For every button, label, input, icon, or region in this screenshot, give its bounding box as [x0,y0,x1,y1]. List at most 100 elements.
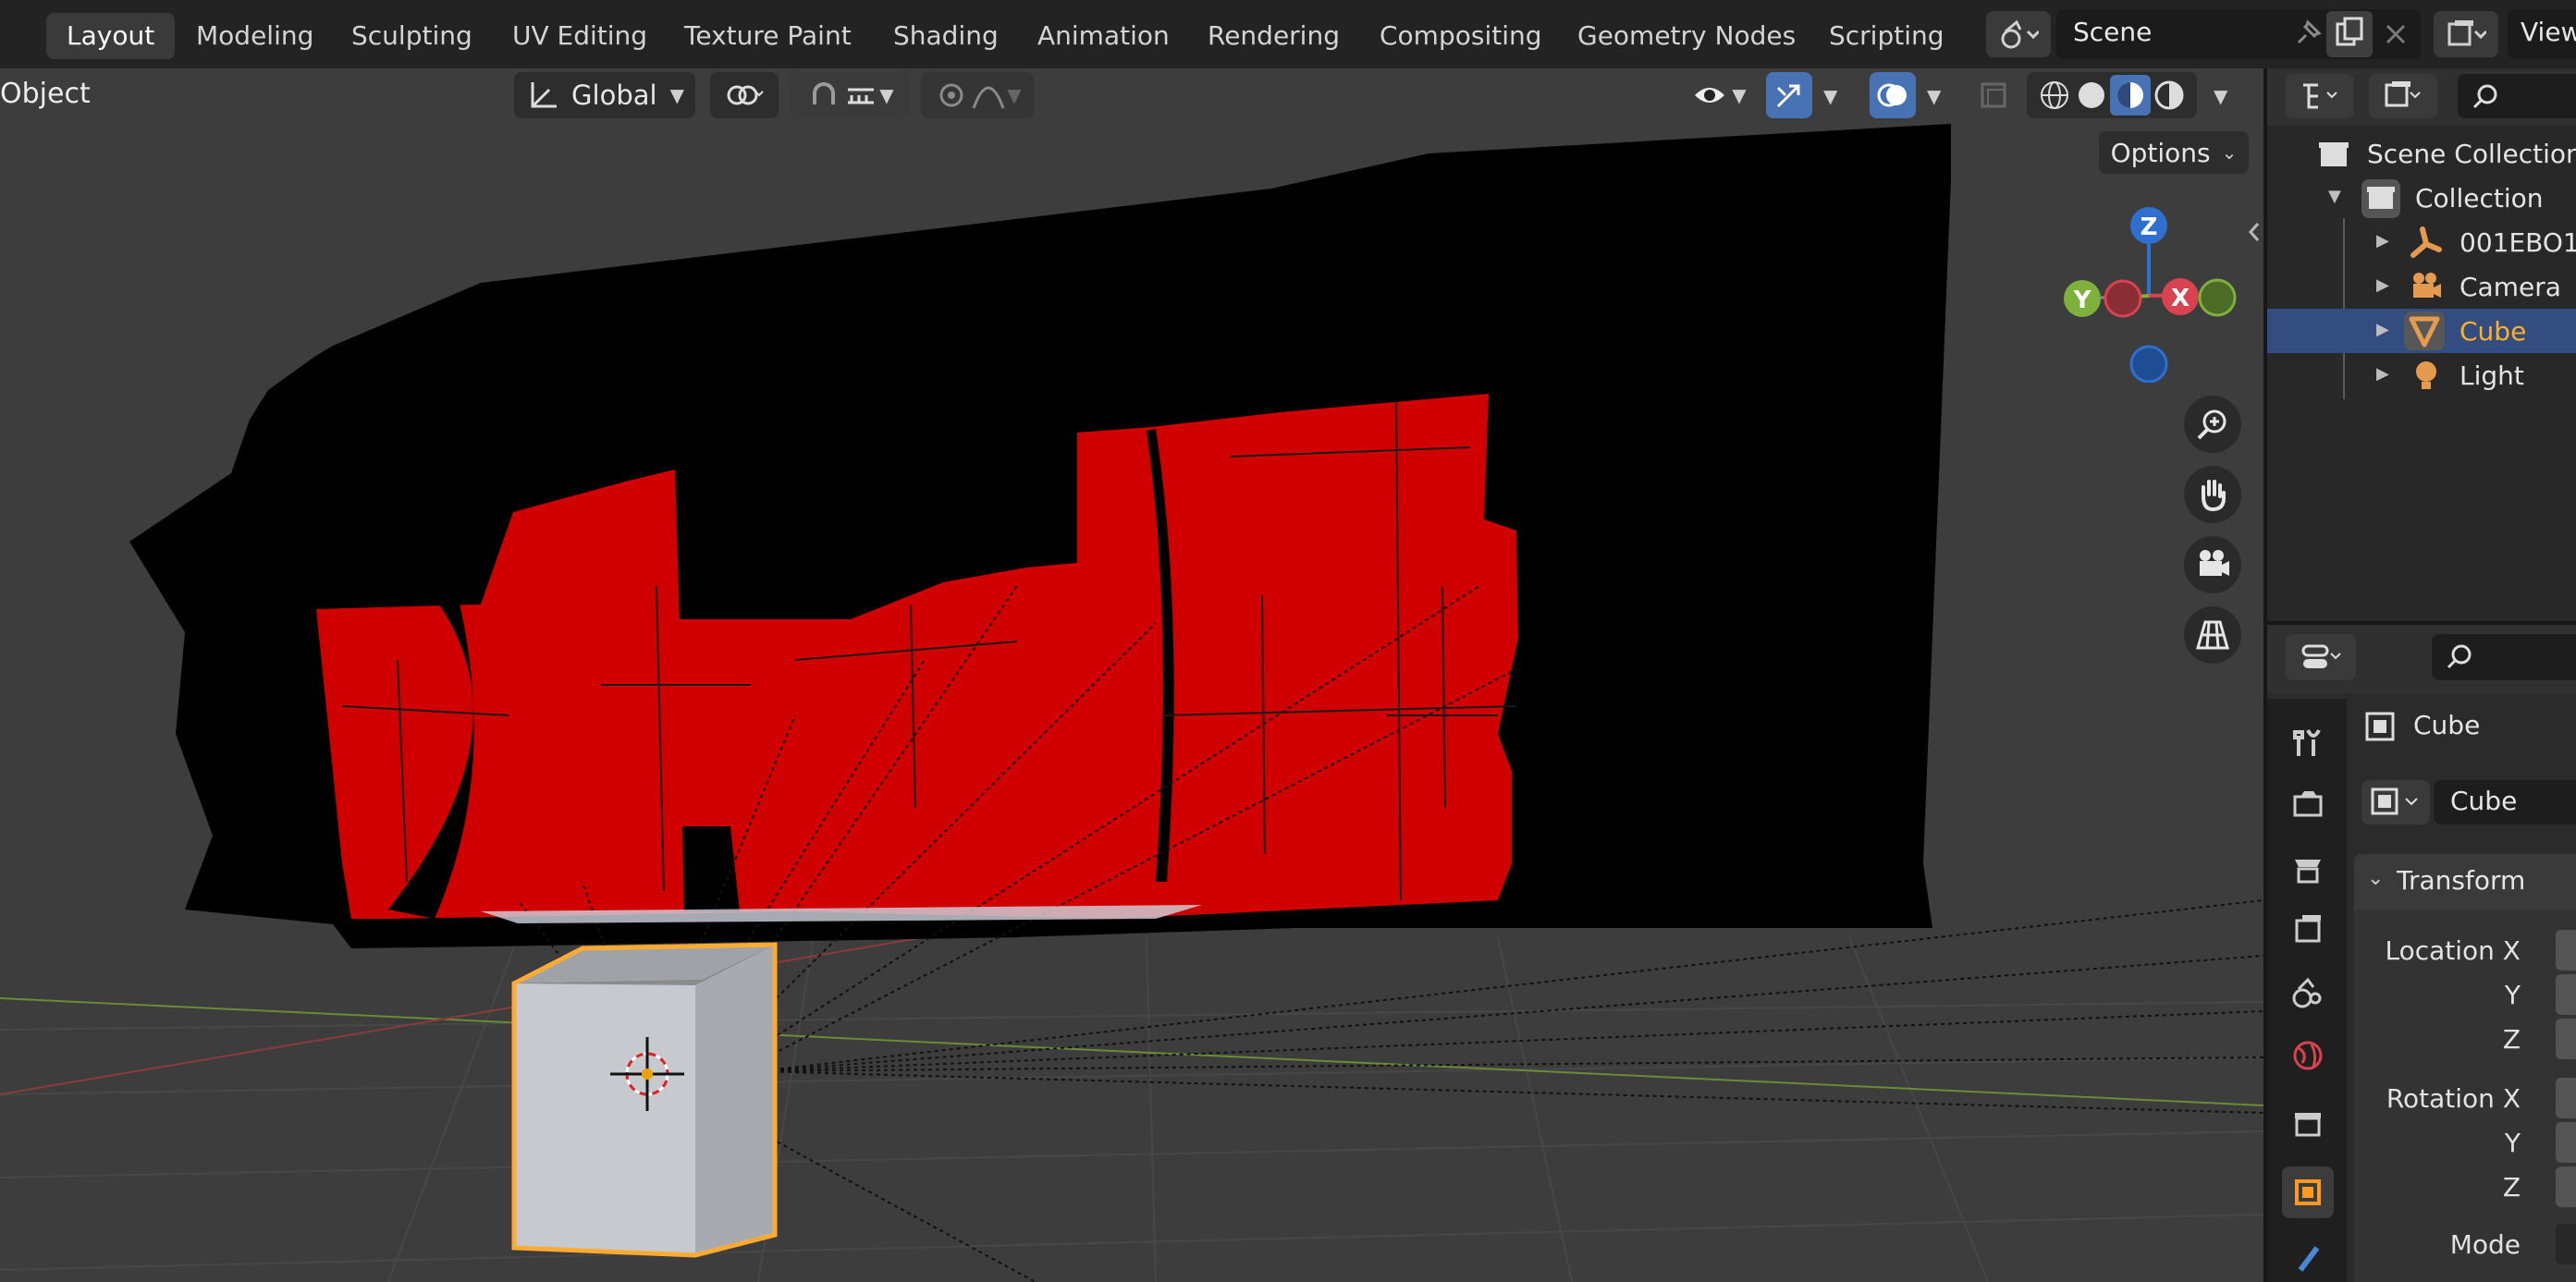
outliner-row-collection[interactable]: ▼ Collection [2267,176,2576,220]
tab-scripting[interactable]: Scripting [1809,13,1965,59]
view-layer-selector-button[interactable] [2434,11,2498,57]
pivot-point-dropdown[interactable] [710,72,779,118]
view-layer-field[interactable]: View [2508,9,2576,59]
transform-orientation-dropdown[interactable]: Global ▼ [514,72,695,118]
expand-triangle-icon[interactable]: ▶ [2376,231,2389,250]
object-browse-dropdown[interactable] [2361,780,2430,824]
3d-viewport[interactable]: Object Global ▼ ▼ ▼ ▼ ▼ ▼ ▼ Options ⌄ Z … [0,68,2263,1282]
tab-scene[interactable] [2282,967,2334,1019]
tab-modeling[interactable]: Modeling [176,13,334,59]
outliner-row-cube[interactable]: ▶ Cube [2267,309,2576,353]
rotation-mode-dropdown[interactable] [2556,1224,2576,1264]
viewport-scene [0,124,2263,1282]
collapse-triangle-icon[interactable]: ▼ [2328,187,2341,206]
location-y-field[interactable] [2556,974,2576,1015]
perspective-toggle-button[interactable] [2184,606,2241,664]
camera-icon [2200,550,2229,576]
outliner-list-icon [2303,83,2337,109]
outliner-row-scene-collection[interactable]: Scene Collection [2267,131,2576,176]
scene-selector-button[interactable] [1986,11,2051,57]
tab-world[interactable] [2282,1030,2334,1081]
new-scene-button[interactable] [2326,11,2373,57]
rotation-y-label: Y [2504,1128,2521,1158]
object-visibility-dropdown[interactable]: ▼ [1683,72,1755,118]
camera-view-button[interactable] [2184,536,2241,593]
options-label: Options [2110,137,2211,168]
cube-object[interactable] [511,942,778,1258]
sidebar-toggle-icon[interactable] [2245,218,2263,246]
display-mode-dropdown[interactable] [2286,74,2354,118]
chevron-down-icon[interactable]: ▼ [1927,85,1941,107]
gizmo-toggle[interactable] [1766,72,1812,118]
close-icon[interactable] [2384,22,2408,46]
rotation-y-field[interactable] [2556,1122,2576,1163]
tab-render[interactable] [2282,778,2334,830]
tab-rendering[interactable]: Rendering [1187,13,1360,59]
gizmo-neg-y-axis[interactable] [2198,278,2237,317]
properties-search-field[interactable] [2432,634,2576,680]
expand-triangle-icon[interactable]: ▶ [2376,364,2389,384]
zoom-button[interactable] [2184,396,2241,453]
proportional-editing-toggle[interactable]: ▼ [921,72,1034,118]
location-z-field[interactable] [2556,1019,2576,1059]
expand-triangle-icon[interactable]: ▶ [2376,320,2389,339]
context-object-name: Cube [2413,710,2481,740]
tab-shading[interactable]: Shading [873,13,1019,59]
tab-output[interactable] [2282,843,2334,895]
outliner-row-001ebo1[interactable]: ▶ 001EBO1 [2267,220,2576,264]
outliner-row-camera[interactable]: ▶ Camera [2267,264,2576,309]
filter-dropdown[interactable] [2369,74,2437,118]
camera-icon [2413,273,2441,298]
mesh-icon [2404,311,2445,350]
overlays-toggle[interactable] [1870,72,1916,118]
rotation-x-field[interactable] [2556,1078,2576,1118]
tab-geometry-nodes[interactable]: Geometry Nodes [1557,13,1816,59]
material-preview-icon[interactable] [2110,75,2151,116]
options-dropdown[interactable]: Options ⌄ [2099,131,2249,174]
tab-tool[interactable] [2282,717,2334,769]
navigation-gizmo[interactable]: Z Y X [2053,198,2238,383]
mode-label[interactable]: Object [0,78,91,110]
rotation-z-field[interactable] [2556,1166,2576,1207]
tab-texture-paint[interactable]: Texture Paint [664,13,872,59]
chevron-down-icon: ⌄ [2221,141,2238,164]
tool-icon [2293,729,2321,756]
gizmo-neg-z-axis[interactable] [2129,345,2168,383]
properties-tabs [2267,699,2347,1282]
collection-icon [2361,179,2400,218]
gizmo-z-label: Z [2141,214,2158,241]
transform-panel-header[interactable]: ⌄ Transform [2354,854,2576,910]
location-x-label: Location X [2385,935,2521,966]
scene-name-field[interactable]: Scene [2056,9,2421,59]
gizmo-neg-x-axis[interactable] [2104,279,2142,318]
tab-object[interactable] [2282,1166,2334,1218]
tab-layout[interactable]: Layout [46,13,176,59]
tab-modifiers[interactable] [2282,1235,2334,1282]
outliner-item-label: 001EBO1 [2459,227,2576,258]
tab-view-layer[interactable] [2282,904,2334,956]
location-x-field[interactable] [2556,930,2576,971]
editor-type-dropdown[interactable] [2286,634,2356,680]
chevron-down-icon[interactable]: ▼ [1823,85,1837,107]
snapping-toggle[interactable]: ▼ [790,72,910,118]
view-layer-icon [2295,915,2321,943]
outliner-row-light[interactable]: ▶ Light [2267,353,2576,397]
xray-icon [1981,82,2006,108]
expand-triangle-icon[interactable]: ▶ [2376,275,2389,295]
pan-button[interactable] [2184,466,2241,523]
object-name-field[interactable]: Cube [2434,780,2576,824]
pin-icon[interactable] [2291,18,2323,50]
wireframe-shading-icon[interactable] [2036,77,2073,114]
chevron-down-icon[interactable]: ▼ [2214,85,2227,107]
tab-animation[interactable]: Animation [1017,13,1190,59]
tab-uv-editing[interactable]: UV Editing [492,13,668,59]
solid-shading-icon[interactable] [2073,77,2110,114]
tab-compositing[interactable]: Compositing [1359,13,1563,59]
rendered-shading-icon[interactable] [2151,77,2188,114]
xray-toggle[interactable] [1973,72,2014,118]
scene-icon [2292,977,2322,1008]
view-layer-icon [2447,20,2486,46]
outliner-search-field[interactable] [2458,74,2576,118]
tab-sculpting[interactable]: Sculpting [331,13,493,59]
tab-collection[interactable] [2282,1098,2334,1150]
